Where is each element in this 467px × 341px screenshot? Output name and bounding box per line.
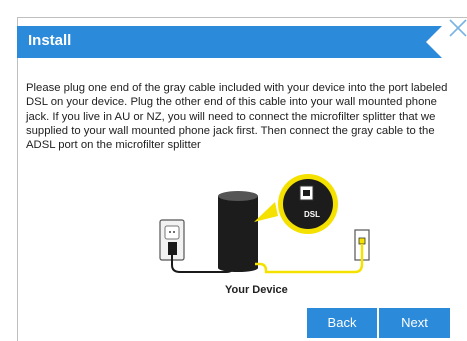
dsl-port-label: DSL (304, 210, 320, 219)
install-instructions: Please plug one end of the gray cable in… (26, 82, 448, 152)
router-device-icon (218, 191, 258, 272)
dialog-title: Install (28, 32, 72, 49)
titlebar-background (17, 26, 442, 58)
next-button[interactable]: Next (379, 308, 450, 338)
connection-illustration: DSL (159, 174, 370, 274)
dialog-titlebar: Install (17, 26, 442, 58)
close-icon[interactable] (448, 18, 467, 38)
device-label: Your Device (225, 284, 288, 296)
dsl-port-callout: DSL (254, 174, 338, 234)
back-button[interactable]: Back (307, 308, 377, 338)
wall-outlet-icon (159, 219, 185, 261)
